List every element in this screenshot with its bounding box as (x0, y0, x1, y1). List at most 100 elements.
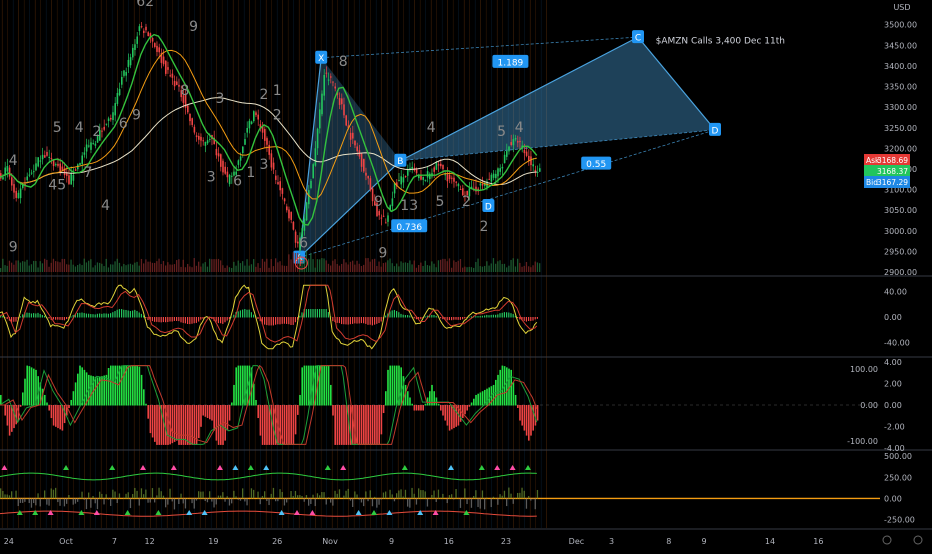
momentum-bar (242, 366, 244, 406)
volume-bar (392, 263, 393, 272)
momentum-bar (73, 391, 75, 405)
momentum-bar (374, 405, 376, 445)
momentum-bar (378, 405, 380, 445)
volume-bar (119, 263, 120, 272)
oscillator-bar (345, 317, 346, 324)
flow-bar (73, 498, 74, 504)
oscillator-bar (370, 317, 371, 325)
volume-bar (213, 259, 214, 272)
flow-bar (453, 498, 454, 499)
chart-canvas[interactable]: XABCD1.1890.7360.55D$AMZN Calls 3,400 De… (0, 0, 932, 550)
candle-up (539, 168, 541, 172)
volume-bar (370, 262, 371, 272)
candle-down (51, 158, 53, 159)
volume-bar (246, 259, 247, 272)
flow-bar (354, 491, 355, 498)
volume-bar (438, 260, 439, 272)
flow-bar (279, 489, 280, 498)
oscillator-bar (125, 310, 126, 318)
candle-down (453, 178, 455, 182)
flow-bar (40, 498, 41, 506)
flow-bar (521, 488, 522, 499)
oscillator-bar (145, 317, 146, 318)
volume-bar (398, 266, 399, 272)
oscillator-bar (132, 311, 133, 318)
volume-bar (114, 261, 115, 272)
flow-bar (370, 490, 371, 498)
volume-bar (51, 263, 52, 272)
oscillator-bar (154, 317, 155, 322)
candle-up (312, 164, 314, 178)
volume-bar (200, 267, 201, 272)
flow-bar (141, 488, 142, 498)
time-tick-label: 3 (609, 537, 614, 546)
candle-down (15, 191, 17, 198)
oscillator-bar (33, 313, 34, 317)
momentum-bar (150, 405, 152, 433)
flow-bar (416, 498, 417, 504)
flow-bar (156, 495, 157, 498)
flow-bar (163, 496, 164, 499)
candle-up (495, 174, 497, 178)
volume-bar (79, 264, 80, 272)
volume-bar (249, 266, 250, 272)
momentum-bar (524, 405, 526, 431)
td-count-label: 9 (9, 239, 18, 255)
candle-up (253, 111, 255, 121)
candle-down (194, 127, 196, 133)
flow-bar (35, 498, 36, 505)
flow-bar (22, 498, 23, 502)
candle-down (440, 164, 442, 166)
volume-bar (493, 258, 494, 272)
oscillator-bar (167, 317, 168, 322)
volume-bar (310, 253, 311, 272)
volume-bar (464, 267, 465, 272)
volume-bar (365, 258, 366, 272)
momentum-bar (332, 405, 334, 416)
oscillator-bar (257, 317, 258, 319)
momentum-bar (502, 366, 504, 406)
oscillator-bar (99, 313, 100, 317)
flow-bar (13, 498, 14, 499)
flow-bar (286, 498, 287, 502)
pattern-note: $AMZN Calls 3,400 Dec 11th (656, 36, 785, 46)
candle-up (323, 75, 325, 96)
candle-up (387, 215, 389, 221)
oscillator-bar (425, 317, 426, 318)
flow-bar (484, 498, 485, 509)
flow-bar (130, 498, 131, 508)
momentum-bar (233, 385, 235, 406)
tradingview-chart[interactable]: XABCD1.1890.7360.55D$AMZN Calls 3,400 De… (0, 0, 932, 550)
pattern-point-x: X (318, 54, 324, 64)
oscillator-bar (482, 316, 483, 318)
volume-bar (154, 263, 155, 272)
volume-bar (103, 266, 104, 272)
volume-bar (37, 267, 38, 272)
volume-bar (524, 266, 525, 272)
volume-bar (262, 259, 263, 272)
momentum-bar (433, 391, 435, 405)
oscillator-bar (361, 317, 362, 323)
flow-bar (216, 498, 217, 504)
candle-down (169, 75, 171, 76)
volume-bar (134, 263, 135, 272)
oscillator-bar (216, 317, 217, 322)
momentum-bar (46, 402, 48, 405)
price-tick-label: 3300.00 (884, 103, 917, 112)
td-count-label: 3 (207, 169, 216, 185)
candle-up (2, 177, 4, 179)
momentum-bar (77, 374, 79, 406)
volume-bar (147, 262, 148, 272)
momentum-bar (211, 405, 213, 421)
momentum-bar (530, 405, 532, 436)
volume-bar (475, 262, 476, 272)
volume-bar (409, 260, 410, 272)
oscillator-bar (460, 317, 461, 320)
flow-bar (409, 498, 410, 507)
candle-down (367, 176, 369, 179)
volume-bar (110, 264, 111, 272)
volume-bar (268, 268, 269, 272)
flow-bar (447, 498, 448, 503)
candle-up (403, 177, 405, 182)
oscillator-bar (365, 317, 366, 324)
